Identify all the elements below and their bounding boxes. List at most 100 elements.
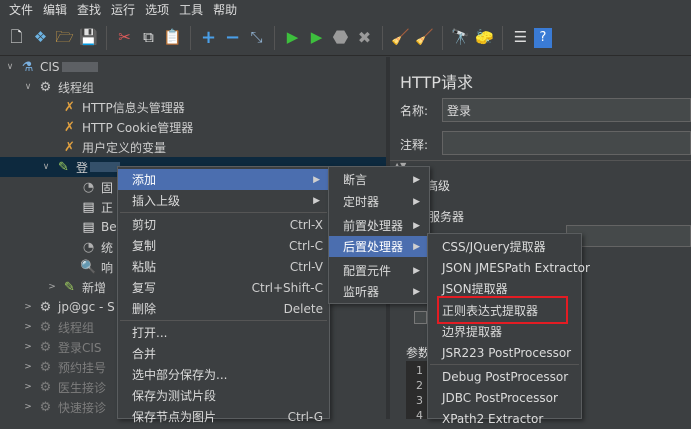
panel-title: HTTP请求 — [400, 73, 473, 92]
tree-node-reserve[interactable]: > ⚙ 预约挂号 — [22, 357, 106, 377]
tree-node-user-vars[interactable]: ✗ 用户定义的变量 — [46, 137, 166, 157]
save-icon[interactable]: 💾 — [78, 26, 99, 50]
menu-bar: 文件 编辑 查找 运行 选项 工具 帮助 — [0, 0, 691, 20]
reset-search-icon[interactable]: 🧽 — [474, 26, 495, 50]
timer-icon: ◔ — [82, 239, 95, 255]
gear-icon: ⚙ — [39, 299, 52, 315]
tree-node-child-1[interactable]: ◔ 固 — [80, 177, 113, 197]
menu-item-duplicate[interactable]: 复写 Ctrl+Shift-C — [118, 277, 329, 298]
menu-item-assertions[interactable]: 断言 ▶ — [329, 169, 429, 190]
start-no-pause-icon[interactable]: ▶ — [306, 26, 327, 50]
templates-icon[interactable]: ❖ — [30, 26, 51, 50]
flask-icon: ⚗ — [21, 59, 34, 75]
checkbox[interactable] — [414, 311, 427, 324]
menu-item-jdbc-postprocessor[interactable]: JDBC PostProcessor — [428, 387, 581, 408]
tree-node-http-cookie[interactable]: ✗ HTTP Cookie管理器 — [46, 117, 193, 137]
toolbar: 🗋 ❖ 🗁 💾 ✂ ⧉ 📋 + − ⤡ ▶ ▶ ⬣ ✖ 🧹 🧹 🔭 🧽 ☰ ? — [0, 20, 691, 56]
tree-node-new-add[interactable]: > ✎ 新增 — [46, 277, 106, 297]
menu-item-debug-postprocessor[interactable]: Debug PostProcessor — [428, 366, 581, 387]
tree-node-child-2[interactable]: ▤ 正 — [80, 197, 113, 217]
menu-item-copy[interactable]: 复制 Ctrl-C — [118, 235, 329, 256]
menu-options[interactable]: 选项 — [140, 0, 174, 20]
menu-item-add[interactable]: 添加 ▶ — [118, 169, 329, 190]
menu-item-post-processors[interactable]: 后置处理器 ▶ — [329, 236, 429, 257]
menu-item-insert-parent[interactable]: 插入上级 ▶ — [118, 190, 329, 211]
pipette-icon: ✎ — [58, 159, 69, 175]
gear-icon: ⚙ — [39, 379, 52, 395]
menu-item-save-selection[interactable]: 选中部分保存为... — [118, 364, 329, 385]
tree-node-http-header[interactable]: ✗ HTTP信息头管理器 — [46, 97, 185, 117]
menu-item-css-jquery-extractor[interactable]: CSS/JQuery提取器 — [428, 236, 581, 257]
tree-node-child-4[interactable]: ◔ 统 — [80, 237, 113, 257]
context-menu-main: 添加 ▶ 插入上级 ▶ 剪切 Ctrl-X 复制 Ctrl-C 粘贴 Ctrl-V 复写 C… — [117, 166, 330, 424]
magnifier-icon: 🔍 — [80, 259, 97, 275]
tree-node-thread-group[interactable]: ∨ ⚙ 线程组 — [22, 77, 94, 97]
clear-all-icon[interactable]: 🧹 — [414, 26, 435, 50]
comment-field[interactable] — [442, 131, 691, 155]
timer-icon: ◔ — [82, 179, 95, 195]
menu-item-cut[interactable]: 剪切 Ctrl-X — [118, 214, 329, 235]
shutdown-icon[interactable]: ✖ — [354, 26, 375, 50]
menu-item-timers[interactable]: 定时器 ▶ — [329, 191, 429, 212]
new-icon[interactable]: 🗋 — [6, 26, 27, 50]
highlight-annotation-box — [437, 296, 568, 324]
toggle-icon[interactable]: ⤡ — [246, 26, 267, 50]
open-icon[interactable]: 🗁 — [54, 26, 75, 50]
menu-edit[interactable]: 编辑 — [38, 0, 72, 20]
clear-icon[interactable]: 🧹 — [390, 26, 411, 50]
menu-item-save-image[interactable]: 保存节点为图片 Ctrl-G — [118, 406, 329, 427]
tree-node-thread-group-2[interactable]: > ⚙ 线程组 — [22, 317, 94, 337]
tree-node-root[interactable]: ∨ ⚗ CIS — [4, 57, 98, 77]
wrench-icon: ✗ — [64, 119, 75, 135]
stop-icon[interactable]: ⬣ — [330, 26, 351, 50]
tree-node-child-5[interactable]: 🔍 响 — [80, 257, 113, 277]
context-menu-add: 断言 ▶ 定时器 ▶ 前置处理器 ▶ 后置处理器 ▶ 配置元件 ▶ 监听器 ▶ — [328, 166, 430, 304]
pipette-icon: ✎ — [64, 279, 75, 295]
tree-node-login-cis[interactable]: > ⚙ 登录CIS — [22, 337, 101, 357]
wrench-icon: ✗ — [64, 139, 75, 155]
menu-item-pre-processors[interactable]: 前置处理器 ▶ — [329, 215, 429, 236]
copy-icon[interactable]: ⧉ — [138, 26, 159, 50]
menu-file[interactable]: 文件 — [4, 0, 38, 20]
menu-run[interactable]: 运行 — [106, 0, 140, 20]
server-field[interactable] — [566, 225, 691, 247]
context-menu-post-processors: CSS/JQuery提取器 JSON JMESPath Extractor JS… — [427, 233, 590, 426]
menu-tools[interactable]: 工具 — [174, 0, 208, 20]
script-icon: ▤ — [82, 219, 95, 235]
function-helper-icon[interactable]: ☰ — [510, 26, 531, 50]
menu-item-merge[interactable]: 合并 — [118, 343, 329, 364]
menu-item-delete[interactable]: 删除 Delete — [118, 298, 329, 319]
menu-item-json-jmespath-extractor[interactable]: JSON JMESPath Extractor — [428, 257, 590, 278]
menu-search[interactable]: 查找 — [72, 0, 106, 20]
server-label: 服务器 — [428, 210, 465, 224]
cut-icon[interactable]: ✂ — [114, 26, 135, 50]
paste-icon[interactable]: 📋 — [162, 26, 183, 50]
menu-item-listeners[interactable]: 监听器 ▶ — [329, 281, 429, 302]
name-label: 名称: — [400, 104, 429, 118]
expand-icon[interactable]: + — [198, 26, 219, 50]
menu-item-config-elements[interactable]: 配置元件 ▶ — [329, 260, 429, 281]
gear-icon: ⚙ — [39, 359, 52, 375]
menu-item-paste[interactable]: 粘贴 Ctrl-V — [118, 256, 329, 277]
gear-icon: ⚙ — [39, 339, 52, 355]
comment-label: 注释: — [400, 138, 429, 152]
start-icon[interactable]: ▶ — [282, 26, 303, 50]
extractor-icon: ▤ — [82, 199, 95, 215]
menu-help[interactable]: 帮助 — [208, 0, 242, 20]
tree-node-jp-gc[interactable]: > ⚙ jp@gc - S — [22, 297, 115, 317]
tree-node-fast[interactable]: > ⚙ 快速接诊 — [22, 397, 106, 417]
menu-item-save-fragment[interactable]: 保存为测试片段 — [118, 385, 329, 406]
menu-item-open[interactable]: 打开... — [118, 322, 329, 343]
wrench-icon: ✗ — [64, 99, 75, 115]
gear-icon: ⚙ — [39, 319, 52, 335]
gear-icon: ⚙ — [39, 79, 52, 95]
collapse-icon[interactable]: − — [222, 26, 243, 50]
menu-item-jsr223-postprocessor[interactable]: JSR223 PostProcessor — [428, 342, 581, 363]
gear-icon: ⚙ — [39, 399, 52, 415]
name-field[interactable] — [442, 98, 691, 122]
search-icon[interactable]: 🔭 — [450, 26, 471, 50]
tree-node-doctor[interactable]: > ⚙ 医生接诊 — [22, 377, 106, 397]
help-icon[interactable]: ? — [534, 27, 552, 48]
menu-item-boundary-extractor[interactable]: 边界提取器 — [428, 321, 581, 342]
tree-node-child-3[interactable]: ▤ Be — [80, 217, 116, 237]
